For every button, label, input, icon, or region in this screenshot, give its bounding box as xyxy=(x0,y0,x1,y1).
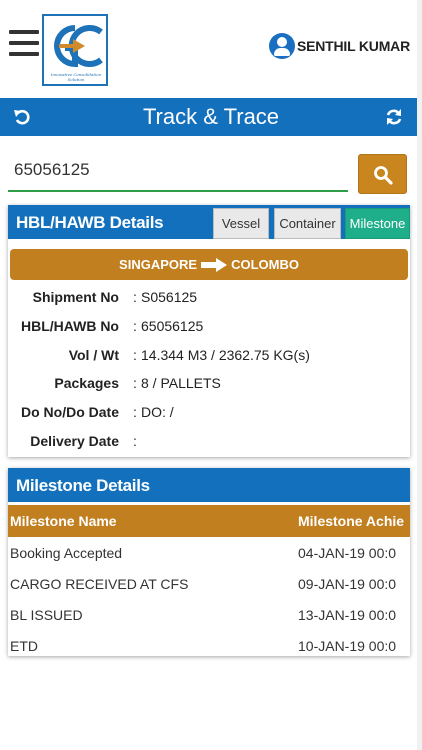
milestone-date: 09-JAN-19 00:0 xyxy=(298,576,397,592)
refresh-icon[interactable] xyxy=(384,107,404,127)
detail-label: Shipment No xyxy=(32,289,119,305)
tab-vessel[interactable]: Vessel xyxy=(213,208,269,239)
search-input[interactable] xyxy=(8,150,348,192)
menu-icon[interactable] xyxy=(9,30,39,58)
page-title: Track & Trace xyxy=(142,104,280,129)
route-banner: SINGAPORE COLOMBO xyxy=(10,249,408,280)
detail-separator: : xyxy=(133,375,137,391)
company-logo: Innovative Consolidation Solution xyxy=(42,14,108,86)
hbl-details-card: HBL/HAWB Details Vessel Container Milest… xyxy=(8,205,410,457)
detail-label: Do No/Do Date xyxy=(21,404,119,420)
detail-row-shipment-no: Shipment No : S056125 xyxy=(8,287,410,309)
milestone-details-title: Milestone Details xyxy=(16,476,150,495)
table-row: BL ISSUED 13-JAN-19 00:0 xyxy=(8,601,410,632)
milestone-name: ETD xyxy=(10,638,38,654)
logo-mark xyxy=(54,25,103,68)
search-button[interactable] xyxy=(358,154,407,194)
tab-container[interactable]: Container xyxy=(274,208,341,239)
detail-row-delivery-date: Delivery Date : xyxy=(8,431,410,453)
detail-separator: : xyxy=(133,289,137,305)
search-icon xyxy=(374,166,393,185)
detail-label: HBL/HAWB No xyxy=(21,318,119,334)
detail-separator: : xyxy=(133,347,137,363)
milestone-name: CARGO RECEIVED AT CFS xyxy=(10,576,189,592)
table-row: Booking Accepted 04-JAN-19 00:0 xyxy=(8,539,410,570)
detail-row-packages: Packages : 8 / PALLETS xyxy=(8,373,410,395)
column-milestone-achieved: Milestone Achie xyxy=(298,513,405,529)
route-destination: COLOMBO xyxy=(231,257,299,272)
hbl-details-title: HBL/HAWB Details xyxy=(16,213,164,232)
user-name: SENTHIL KUMAR xyxy=(296,38,410,54)
detail-value: DO: / xyxy=(141,404,174,420)
user-profile[interactable]: SENTHIL KUMAR xyxy=(268,33,410,59)
window-edge xyxy=(417,0,422,750)
title-bar: Track & Trace xyxy=(0,98,422,136)
arrow-right-icon xyxy=(201,257,228,272)
user-avatar-icon xyxy=(268,33,295,59)
table-row: ETD 10-JAN-19 00:0 xyxy=(8,632,410,656)
detail-value: 65056125 xyxy=(141,318,204,334)
detail-label: Packages xyxy=(54,375,119,391)
detail-label: Vol / Wt xyxy=(68,347,119,363)
detail-separator: : xyxy=(133,433,137,449)
detail-value: S056125 xyxy=(141,289,198,305)
milestone-details-header: Milestone Details xyxy=(8,468,410,502)
detail-separator: : xyxy=(133,318,137,334)
detail-label: Delivery Date xyxy=(30,433,119,449)
detail-value: 8 / PALLETS xyxy=(141,375,221,391)
detail-separator: : xyxy=(133,404,137,420)
column-milestone-name: Milestone Name xyxy=(10,513,117,529)
milestone-date: 13-JAN-19 00:0 xyxy=(298,607,397,623)
hbl-details-header: HBL/HAWB Details Vessel Container Milest… xyxy=(8,205,410,239)
milestone-name: BL ISSUED xyxy=(10,607,83,623)
route-origin: SINGAPORE xyxy=(119,257,198,272)
milestone-name: Booking Accepted xyxy=(10,545,123,561)
detail-row-hbl-no: HBL/HAWB No : 65056125 xyxy=(8,316,410,338)
table-row: CARGO RECEIVED AT CFS 09-JAN-19 00:0 xyxy=(8,570,410,601)
detail-value: 14.344 M3 / 2362.75 KG(s) xyxy=(141,347,310,363)
milestone-table-header: Milestone Name Milestone Achie xyxy=(8,505,410,537)
milestone-details-card: Milestone Details Milestone Name Milesto… xyxy=(8,468,410,656)
tab-milestone[interactable]: Milestone xyxy=(345,208,410,239)
milestone-date: 10-JAN-19 00:0 xyxy=(298,638,397,654)
milestone-date: 04-JAN-19 00:0 xyxy=(298,545,397,561)
app-header: Innovative Consolidation Solution SENTHI… xyxy=(0,0,422,96)
detail-row-vol-wt: Vol / Wt : 14.344 M3 / 2362.75 KG(s) xyxy=(8,345,410,367)
logo-tagline: Innovative Consolidation Solution xyxy=(50,72,102,82)
detail-row-do-no: Do No/Do Date : DO: / xyxy=(8,402,410,424)
